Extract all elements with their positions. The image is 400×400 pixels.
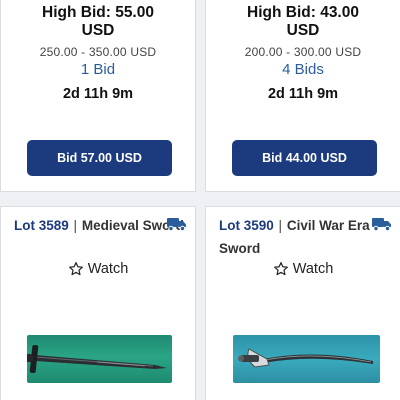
bid-info: High Bid: 55.00 USD 250.00 - 350.00 USD … <box>1 0 195 102</box>
truck-icon <box>372 218 391 231</box>
star-outline-icon <box>68 262 83 276</box>
sword-image <box>27 344 167 374</box>
time-left: 2d 11h 9m <box>267 86 339 102</box>
bid-button[interactable]: Bid 44.00 USD <box>232 140 377 176</box>
high-bid-currency: USD <box>81 22 115 39</box>
lot-title[interactable]: Lot 3589 | Medieval Sword <box>14 214 187 237</box>
lot-card-bottom-right[interactable]: Lot 3590 | Civil War Era Sword Watch <box>205 206 400 400</box>
watch-label: Watch <box>292 261 334 277</box>
star-outline-icon <box>273 262 288 276</box>
watch-button[interactable]: Watch <box>1 261 195 277</box>
lot-card-bottom-left[interactable]: Lot 3589 | Medieval Sword Watch <box>0 206 196 400</box>
bid-count-link[interactable]: 1 Bid <box>1 61 195 78</box>
lot-number[interactable]: Lot 3589 <box>14 218 69 233</box>
sword-image <box>238 348 373 368</box>
high-bid-currency: USD <box>286 22 320 39</box>
time-left: 2d 11h 9m <box>62 86 134 102</box>
lot-title[interactable]: Lot 3590 | Civil War Era Sword <box>219 214 392 260</box>
bid-button[interactable]: Bid 57.00 USD <box>27 140 172 176</box>
high-bid-amount: High Bid: 55.00 <box>42 4 154 21</box>
watch-button[interactable]: Watch <box>206 261 400 277</box>
high-bid-amount: High Bid: 43.00 <box>247 4 359 21</box>
bid-count-link[interactable]: 4 Bids <box>206 61 400 78</box>
title-separator: | <box>278 218 283 233</box>
lot-photo[interactable] <box>27 335 172 383</box>
truck-icon <box>167 218 186 231</box>
lot-photo[interactable] <box>233 335 380 383</box>
title-separator: | <box>73 218 78 233</box>
estimate-range: 250.00 - 350.00 USD <box>39 45 157 59</box>
watch-label: Watch <box>87 261 129 277</box>
lot-number[interactable]: Lot 3590 <box>219 218 274 233</box>
lot-card-top-right: High Bid: 43.00 USD 200.00 - 300.00 USD … <box>205 0 400 192</box>
lot-card-top-left: High Bid: 55.00 USD 250.00 - 350.00 USD … <box>0 0 196 192</box>
bid-info: High Bid: 43.00 USD 200.00 - 300.00 USD … <box>206 0 400 102</box>
estimate-range: 200.00 - 300.00 USD <box>244 45 362 59</box>
